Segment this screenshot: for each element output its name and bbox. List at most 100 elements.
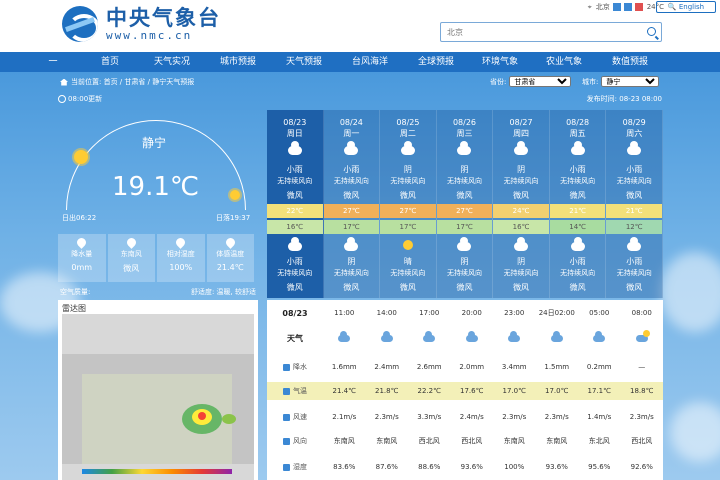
city-select[interactable]: 静宁	[601, 76, 660, 87]
forecast-weekday: 周一	[343, 129, 360, 138]
province-selector: 省份: 甘肃省	[490, 76, 572, 87]
low-temp: 14℃	[549, 220, 606, 234]
province-select[interactable]: 甘肃省	[509, 76, 572, 87]
hour-weather-cell	[621, 329, 664, 342]
forecast-date: 08/28	[566, 118, 590, 127]
forecast-day-3[interactable]: 08/26 周三阴无持续风向 微风 27℃ 17℃ 阴无持续风向 微风	[436, 110, 494, 298]
day-wind-direction: 无持续风向	[390, 177, 426, 185]
day-weather: 小雨	[626, 165, 643, 174]
day-wind-direction: 无持续风向	[446, 177, 482, 185]
day-wind-level: 微风	[513, 191, 530, 200]
hourly-value: 3.4mm	[501, 363, 527, 371]
hourly-value: 95.6%	[588, 463, 611, 471]
forecast-day-6[interactable]: 08/29 周六 小雨 无持续风向 微风 21℃ 12℃ 小雨 无持续风向 微风	[606, 110, 663, 298]
hourly-value: —	[638, 363, 646, 371]
hourly-value: 18.8℃	[630, 387, 654, 395]
forecast-day-0[interactable]: 08/23 周日 小雨 无持续风向 微风 22℃ 16℃ 小雨 无持续风向 微风	[267, 110, 324, 298]
hour-time: 14:00	[376, 309, 397, 317]
humid-icon	[283, 463, 290, 471]
cloud-icon	[457, 237, 472, 251]
current-temperature: 19.1℃	[112, 172, 200, 202]
forecast-day-1[interactable]: 08/24 周一 小雨 无持续风向 微风 27℃ 17℃ 阴无持续风向 微风	[323, 110, 381, 298]
stat-wind: 东南风 微风	[107, 234, 155, 282]
forecast-day-5[interactable]: 08/28 周五 小雨 无持续风向 微风 21℃ 14℃ 小雨 无持续风向 微风	[549, 110, 607, 298]
high-temp: 21℃	[549, 204, 606, 218]
nav-weather-forecast[interactable]: 天气预报	[274, 52, 334, 72]
hourly-row-label: 风速	[267, 412, 323, 422]
site-logo[interactable]: 中央气象台 www.nmc.cn	[62, 6, 221, 42]
night-weather: 小雨	[286, 257, 303, 266]
hourly-value: 3.3m/s	[417, 413, 442, 421]
wechat-icon[interactable]	[623, 3, 632, 11]
seven-day-forecast: 08/23 周日 小雨 无持续风向 微风 22℃ 16℃ 小雨 无持续风向 微风 08/24 周一 小雨…	[267, 110, 663, 298]
comfort-label: 舒适度: 温暖, 较舒适	[190, 288, 256, 296]
nav-typhoon[interactable]: 台风海洋	[340, 52, 400, 72]
hour-time: 08:00	[631, 309, 652, 317]
hourly-row-0: 降水 1.6mm 2.4mm 2.6mm 2.0mm 3.4mm 1.5mm 0.2mm —	[267, 358, 663, 376]
weather-row-label: 天气	[287, 333, 303, 343]
home-icon[interactable]	[60, 78, 68, 86]
rain-icon	[380, 330, 393, 342]
high-temp: 21℃	[606, 204, 662, 218]
nav-environment[interactable]: 环境气象	[470, 52, 530, 72]
day-wind-direction: 无持续风向	[616, 177, 652, 185]
forecast-date: 08/26	[452, 118, 477, 127]
hourly-value: 22.2℃	[417, 387, 441, 395]
cloud-icon	[457, 141, 472, 155]
nav-observation[interactable]: 天气实况	[142, 52, 202, 72]
rain-icon	[593, 330, 606, 342]
nav-city-forecast[interactable]: 城市预报	[208, 52, 268, 72]
cloud-icon	[627, 141, 642, 155]
cloud-icon	[287, 141, 302, 155]
hourly-value: 83.6%	[333, 463, 356, 471]
sun-position-icon	[74, 150, 88, 164]
hour-weather-cell	[536, 330, 579, 342]
forecast-day-4[interactable]: 08/27 周四阴无持续风向 微风 24℃ 16℃ 阴无持续风向 微风	[493, 110, 550, 298]
location-pin-icon: ⌖	[587, 2, 592, 11]
hourly-value: 2.3m/s	[502, 413, 527, 421]
rss-icon[interactable]	[634, 3, 643, 11]
nav-numerical[interactable]: 数值预报	[600, 52, 660, 72]
winddir-icon	[283, 437, 290, 445]
forecast-date: 08/27	[509, 118, 533, 127]
wind-icon	[124, 236, 138, 249]
hourly-value: 东南风	[333, 437, 355, 445]
hourly-value: 东北风	[588, 437, 610, 445]
util-city[interactable]: 北京	[596, 2, 610, 12]
hour-time: 20:00	[461, 309, 482, 317]
high-temp: 27℃	[380, 204, 436, 218]
forecast-day-2[interactable]: 08/25 周二阴无持续风向 微风 27℃ 17℃ 晴无持续风向 微风	[380, 110, 437, 298]
hourly-value: 93.6%	[460, 463, 483, 471]
day-wind-level: 微风	[399, 191, 416, 200]
night-wind-direction: 无持续风向	[277, 269, 313, 277]
day-weather: 小雨	[569, 165, 586, 174]
forecast-date: 08/25	[396, 118, 420, 127]
hourly-value: 1.5mm	[544, 363, 570, 371]
hourly-value: 1.6mm	[331, 363, 357, 371]
nav-home[interactable]: 首页	[80, 52, 140, 72]
nav-global[interactable]: 全球预报	[406, 52, 466, 72]
low-temp: 16℃	[493, 220, 549, 234]
hourly-row-2: 风速 2.1m/s 2.3m/s 3.3m/s 2.4m/s 2.3m/s 2.3m/s 1.…	[267, 408, 663, 426]
weibo-icon[interactable]	[612, 3, 621, 11]
hourly-value: 东南风	[546, 437, 568, 445]
rain-icon	[465, 330, 478, 342]
nav-agriculture[interactable]: 农业气象	[534, 52, 594, 72]
search-icon[interactable]	[647, 27, 656, 36]
hour-time: 11:00	[334, 309, 355, 317]
update-time: 08:00更新	[58, 94, 102, 104]
night-wind-direction: 无持续风向	[390, 269, 426, 277]
forecast-weekday: 周五	[569, 129, 586, 138]
radar-map[interactable]	[62, 314, 254, 480]
forecast-weekday: 周二	[399, 129, 416, 138]
cloud-icon	[344, 237, 359, 251]
windspeed-icon	[283, 413, 290, 421]
english-button[interactable]: 🔍 English	[656, 1, 716, 13]
night-wind-direction: 无持续风向	[446, 269, 482, 277]
hour-weather-cell	[408, 330, 451, 342]
night-weather: 阴	[517, 257, 526, 266]
air-quality-label: 空气质量:	[60, 288, 91, 296]
nav-menu[interactable]: 一	[38, 52, 68, 72]
stat-feels-like: 体感温度 21.4℃	[206, 234, 254, 282]
search-input[interactable]	[441, 23, 631, 41]
